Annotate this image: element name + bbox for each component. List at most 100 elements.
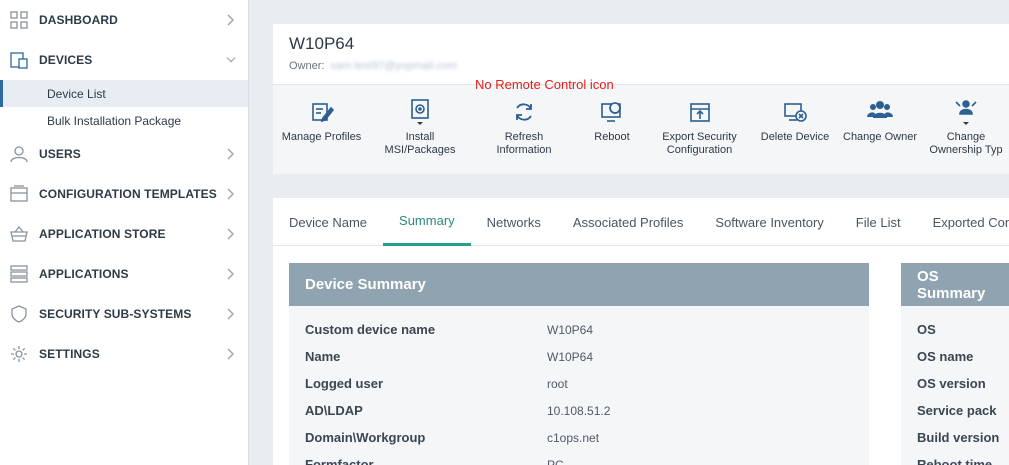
tab-device-name[interactable]: Device Name xyxy=(273,198,383,246)
row-key: Service pack xyxy=(917,403,997,418)
device-toolbar: Manage Profiles Install MSI/Packages Ref… xyxy=(273,84,1009,174)
chevron-down-icon xyxy=(226,55,236,65)
owner-email[interactable]: sam.test97@yopmail.com xyxy=(331,60,458,72)
summary-row: Custom device name W10P64 xyxy=(305,316,853,343)
row-value: PC xyxy=(547,457,564,465)
chevron-right-icon xyxy=(226,348,236,360)
tab-file-list[interactable]: File List xyxy=(840,198,917,246)
row-key: Domain\Workgroup xyxy=(305,430,426,445)
row-key: Custom device name xyxy=(305,322,436,337)
tab-exported-configurations[interactable]: Exported Con xyxy=(917,198,1009,246)
tab-networks[interactable]: Networks xyxy=(471,198,557,246)
toolbar-label: Change Owner xyxy=(843,131,917,143)
row-value: 10.108.51.2 xyxy=(547,403,611,418)
templates-icon xyxy=(10,185,28,203)
toolbar-label: Export Security Configuration xyxy=(662,131,737,156)
shield-icon xyxy=(10,305,28,323)
sidebar-item-label: CONFIGURATION TEMPLATES xyxy=(39,187,217,201)
chevron-right-icon xyxy=(226,268,236,280)
manage-profiles-icon xyxy=(309,99,335,125)
summary-row: Name W10P64 xyxy=(305,343,853,370)
os-summary-body: OS OS name OS version Service pack Build… xyxy=(901,306,1009,465)
chevron-right-icon xyxy=(226,308,236,320)
os-row: OS version xyxy=(917,370,1009,397)
os-summary-header: OS Summary xyxy=(901,263,1009,306)
change-ownership-type-button[interactable]: Change Ownership Typ xyxy=(923,85,1009,175)
sidebar-subitem-bulk-installation[interactable]: Bulk Installation Package xyxy=(0,107,248,134)
sidebar-item-label: APPLICATIONS xyxy=(39,267,129,281)
toolbar-label: Install MSI/Packages xyxy=(384,131,456,156)
summary-row: AD\LDAP 10.108.51.2 xyxy=(305,397,853,424)
chevron-right-icon xyxy=(226,14,236,26)
sidebar-item-security-sub-systems[interactable]: SECURITY SUB-SYSTEMS xyxy=(0,294,248,334)
sidebar-item-dashboard[interactable]: DASHBOARD xyxy=(0,0,248,40)
sidebar-item-users[interactable]: USERS xyxy=(0,134,248,174)
devices-icon xyxy=(10,51,28,69)
summary-row: Formfactor PC xyxy=(305,451,853,465)
chevron-right-icon xyxy=(226,228,236,240)
os-row: OS xyxy=(917,316,1009,343)
sidebar-item-applications[interactable]: APPLICATIONS xyxy=(0,254,248,294)
install-packages-button[interactable]: Install MSI/Packages xyxy=(370,85,470,175)
sidebar-item-devices[interactable]: DEVICES xyxy=(0,40,248,80)
reboot-icon xyxy=(599,99,625,125)
device-owner: Owner: sam.test97@yopmail.com xyxy=(289,60,457,72)
row-value: W10P64 xyxy=(547,349,594,364)
tab-bar: Device Name Summary Networks Associated … xyxy=(273,198,1009,246)
install-package-icon xyxy=(407,99,433,125)
sidebar-item-application-store[interactable]: APPLICATION STORE xyxy=(0,214,248,254)
sidebar-item-label: APPLICATION STORE xyxy=(39,227,166,241)
summary-row: Logged user root xyxy=(305,370,853,397)
row-key: Build version xyxy=(917,430,1000,445)
reboot-button[interactable]: Reboot xyxy=(578,85,646,175)
export-icon xyxy=(687,99,713,125)
tab-software-inventory[interactable]: Software Inventory xyxy=(699,198,839,246)
sidebar-item-label: USERS xyxy=(39,147,81,161)
toolbar-label: Change Ownership Typ xyxy=(929,131,1003,156)
change-owner-button[interactable]: Change Owner xyxy=(837,85,923,175)
row-key: OS name xyxy=(917,349,974,364)
chevron-right-icon xyxy=(226,188,236,200)
user-icon xyxy=(10,145,28,163)
ownership-type-icon xyxy=(953,99,979,125)
row-key: Formfactor xyxy=(305,457,374,465)
device-header-card: W10P64 Owner: sam.test97@yopmail.com Man… xyxy=(273,24,1009,174)
export-security-configuration-button[interactable]: Export Security Configuration xyxy=(646,85,753,175)
row-key: OS version xyxy=(917,376,986,391)
sidebar-subitem-device-list[interactable]: Device List xyxy=(0,80,248,107)
dashboard-icon xyxy=(10,11,28,29)
toolbar-label: Reboot xyxy=(594,131,630,143)
manage-profiles-button[interactable]: Manage Profiles xyxy=(273,85,370,175)
basket-icon xyxy=(10,225,28,243)
annotation-note: No Remote Control icon xyxy=(475,77,614,92)
summary-row: Domain\Workgroup c1ops.net xyxy=(305,424,853,451)
delete-device-icon xyxy=(782,99,808,125)
os-row: Service pack xyxy=(917,397,1009,424)
sidebar: DASHBOARD DEVICES Device List Bulk Insta… xyxy=(0,0,249,465)
toolbar-label: Refresh Information xyxy=(496,131,552,156)
toolbar-label: Manage Profiles xyxy=(281,131,362,143)
row-key: Name xyxy=(305,349,341,364)
row-key: OS xyxy=(917,322,936,337)
sidebar-item-label: DASHBOARD xyxy=(39,13,118,27)
toolbar-label: Delete Device xyxy=(760,131,830,143)
change-owner-icon xyxy=(867,99,893,125)
delete-device-button[interactable]: Delete Device xyxy=(753,85,837,175)
refresh-icon xyxy=(511,99,537,125)
tab-associated-profiles[interactable]: Associated Profiles xyxy=(557,198,700,246)
tab-summary[interactable]: Summary xyxy=(383,198,471,246)
applications-icon xyxy=(10,265,28,283)
os-row: Build version xyxy=(917,424,1009,451)
os-row: OS name xyxy=(917,343,1009,370)
refresh-information-button[interactable]: Refresh Information xyxy=(470,85,578,175)
gear-icon xyxy=(10,345,28,363)
device-summary-header: Device Summary xyxy=(289,263,869,306)
os-row: Reboot time xyxy=(917,451,1009,465)
sidebar-item-settings[interactable]: SETTINGS xyxy=(0,334,248,374)
sidebar-item-label: SECURITY SUB-SYSTEMS xyxy=(39,307,192,321)
row-key: Reboot time xyxy=(917,457,993,465)
device-details-card: Device Name Summary Networks Associated … xyxy=(273,198,1009,465)
row-key: AD\LDAP xyxy=(305,403,363,418)
sidebar-item-configuration-templates[interactable]: CONFIGURATION TEMPLATES xyxy=(0,174,248,214)
device-title: W10P64 xyxy=(289,34,355,53)
